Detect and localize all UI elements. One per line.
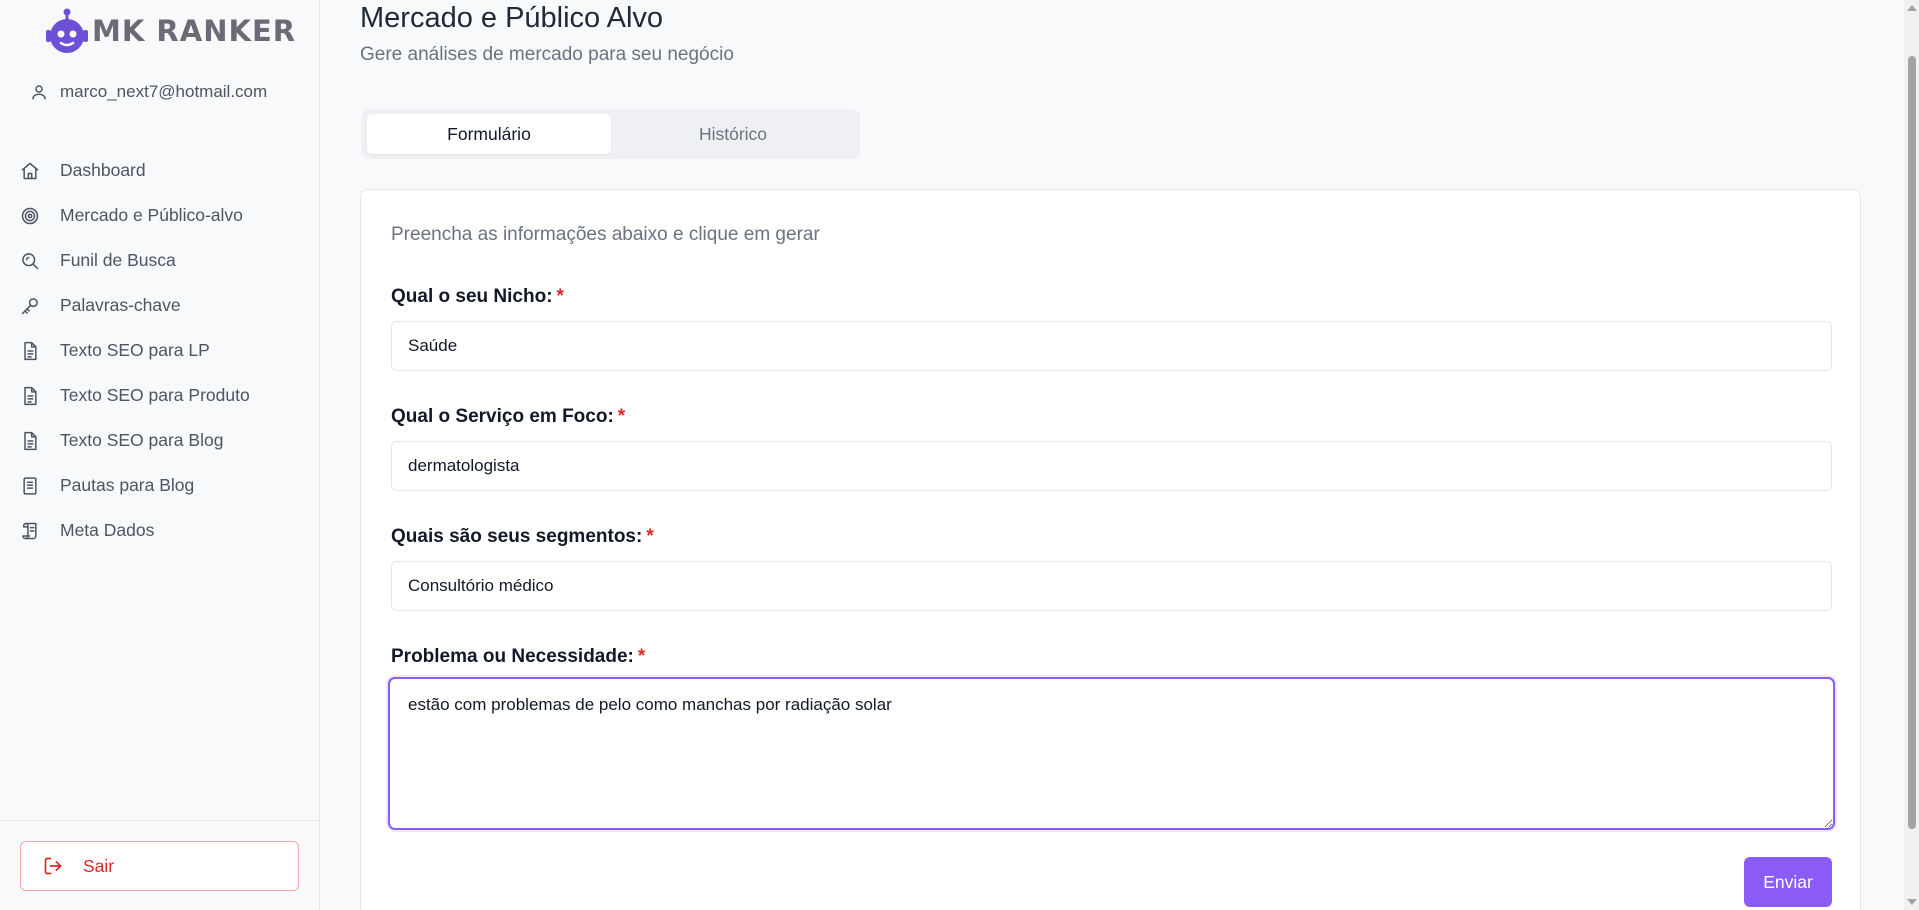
page-subtitle: Gere análises de mercado para seu negóci… [360,44,734,65]
sidebar-item-label: Texto SEO para Blog [60,430,224,450]
sidebar-item-dashboard[interactable]: Dashboard [20,148,250,193]
sidebar-item-funil[interactable]: Funil de Busca [20,238,250,283]
sidebar-nav: Dashboard Mercado e Público-alvo Funil d… [20,148,250,553]
nicho-label: Qual o seu Nicho: * [391,286,564,308]
search-zoom-icon [22,252,39,269]
sidebar-item-mercado[interactable]: Mercado e Público-alvo [20,193,250,238]
nicho-input[interactable] [391,321,1832,371]
logout-label: Sair [83,855,115,876]
logo[interactable]: MK RANKER [44,6,296,56]
sidebar-item-texto-produto[interactable]: Texto SEO para Produto [20,373,250,418]
problema-label: Problema ou Necessidade: * [391,646,645,668]
user-info: marco_next7@hotmail.com [30,82,267,102]
problema-label-text: Problema ou Necessidade: [391,646,634,667]
sidebar-item-label: Dashboard [60,160,146,180]
user-email: marco_next7@hotmail.com [60,82,268,101]
document-icon [24,431,37,450]
problema-textarea[interactable]: estão com problemas de pelo como manchas… [388,677,1835,830]
segmentos-label-text: Quais são seus segmentos: [391,526,643,547]
required-marker: * [617,406,626,427]
sidebar-item-meta-dados[interactable]: Meta Dados [20,508,250,553]
servico-label: Qual o Serviço em Foco: * [391,406,625,428]
tab-historico[interactable]: Histórico [611,114,855,154]
logout-button[interactable]: Sair [20,841,299,891]
document-icon [24,341,37,360]
sidebar-item-label: Meta Dados [60,520,155,540]
scroll-down-arrow-icon[interactable] [1907,899,1917,905]
sidebar: MK RANKER marco_next7@hotmail.com Dashbo… [0,0,320,910]
logout-icon [44,857,62,875]
scrollbar[interactable] [1904,0,1919,910]
form-description: Preencha as informações abaixo e clique … [391,224,820,245]
sidebar-item-label: Palavras-chave [60,295,181,315]
segmentos-input[interactable] [391,561,1832,611]
document-icon [24,386,37,405]
user-icon [32,85,46,100]
sidebar-footer: Sair [0,820,319,910]
scroll-icon [22,522,37,539]
sidebar-item-label: Mercado e Público-alvo [60,205,243,225]
tab-formulario[interactable]: Formulário [367,114,611,154]
logo-text: MK RANKER [92,14,297,48]
sidebar-item-texto-blog[interactable]: Texto SEO para Blog [20,418,250,463]
sidebar-item-palavras[interactable]: Palavras-chave [20,283,250,328]
servico-label-text: Qual o Serviço em Foco: [391,406,614,427]
notebook-icon [23,476,37,495]
servico-input[interactable] [391,441,1832,491]
home-icon [21,162,39,179]
sidebar-item-label: Texto SEO para LP [60,340,210,360]
scroll-up-arrow-icon[interactable] [1907,5,1917,11]
target-icon [21,207,39,224]
form-card: Preencha as informações abaixo e clique … [360,189,1861,910]
required-marker: * [646,526,654,547]
sidebar-item-label: Funil de Busca [60,250,176,270]
sidebar-item-texto-lp[interactable]: Texto SEO para LP [20,328,250,373]
scroll-thumb[interactable] [1908,56,1916,829]
sidebar-item-label: Pautas para Blog [60,475,195,495]
tab-list: Formulário Histórico [362,109,860,159]
page-title: Mercado e Público Alvo [360,2,664,34]
segmentos-label: Quais são seus segmentos: * [391,526,654,548]
robot-logo-icon [46,8,88,53]
nicho-label-text: Qual o seu Nicho: [391,286,553,307]
key-icon [21,297,38,314]
required-marker: * [556,286,564,307]
sidebar-item-pautas[interactable]: Pautas para Blog [20,463,250,508]
sidebar-item-label: Texto SEO para Produto [60,385,250,405]
required-marker: * [637,646,646,667]
submit-button[interactable]: Enviar [1744,857,1832,907]
